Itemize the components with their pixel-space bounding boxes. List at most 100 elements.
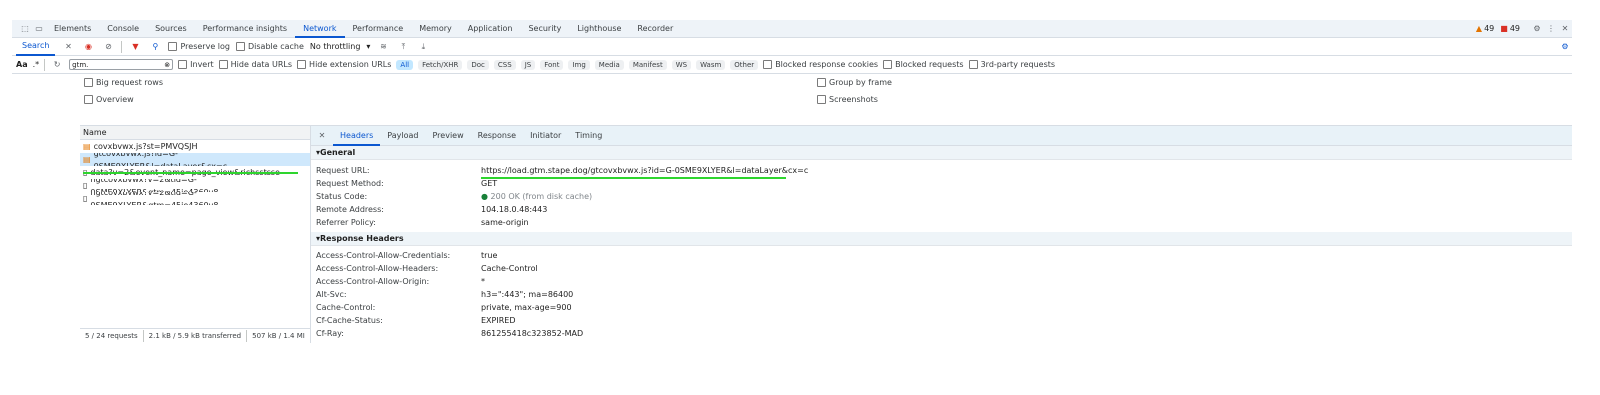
warning-icon[interactable]: ▲	[1476, 24, 1482, 33]
tab-security[interactable]: Security	[520, 20, 569, 38]
tab-performance[interactable]: Performance	[345, 20, 412, 38]
type-filter-all[interactable]: All	[396, 59, 414, 70]
type-filter-wasm[interactable]: Wasm	[696, 59, 726, 70]
chevron-down-icon[interactable]: ▾	[366, 42, 370, 51]
divider	[246, 330, 248, 342]
request-row[interactable]: ▯ ngtcovxbvwx?v=2&tid=G-0SME9XLYER&gtm=4…	[80, 179, 310, 192]
main-tab-bar: ⬚ ▭ Elements Console Sources Performance…	[12, 20, 1572, 38]
tab-timing[interactable]: Timing	[568, 126, 609, 146]
url-highlight-underline	[481, 177, 786, 179]
tab-response[interactable]: Response	[471, 126, 523, 146]
big-request-rows-checkbox[interactable]: Big request rows	[84, 78, 163, 87]
general-row-url: Request URL: https://load.gtm.stape.dog/g…	[316, 166, 809, 175]
type-filter-css[interactable]: CSS	[493, 59, 516, 70]
disable-cache-checkbox[interactable]: Disable cache	[235, 42, 304, 51]
settings-gear-icon[interactable]: ⚙	[1530, 22, 1544, 36]
request-row[interactable]: ▤ covxbvwx.js?st=PMVQSJH	[80, 140, 310, 153]
filter-input[interactable]: gtm. ⊗	[69, 59, 174, 70]
clear-icon[interactable]: ⊘	[101, 40, 115, 54]
network-toolbar: Search ✕ ◉ ⊘ ▼ ⚲ Preserve log Disable ca…	[12, 38, 1572, 56]
status-dot-icon: ●	[481, 192, 488, 201]
response-header-row: Access-Control-Allow-Origin: *	[316, 277, 485, 286]
filter-icon[interactable]: ▼	[128, 40, 142, 54]
close-devtools-icon[interactable]: ✕	[1558, 22, 1572, 36]
network-conditions-icon[interactable]: ≋	[376, 40, 390, 54]
options-row-2: Overview Screenshots	[12, 91, 1572, 108]
response-header-row: Access-Control-Allow-Headers: Cache-Contr…	[316, 264, 538, 273]
type-filter-js[interactable]: JS	[520, 59, 536, 70]
type-filter-manifest[interactable]: Manifest	[628, 59, 667, 70]
more-options-icon[interactable]: ⋮	[1544, 22, 1558, 36]
tab-network[interactable]: Network	[295, 20, 345, 38]
preserve-log-checkbox[interactable]: Preserve log	[168, 42, 230, 51]
type-filter-doc[interactable]: Doc	[467, 59, 489, 70]
type-filter-other[interactable]: Other	[730, 59, 759, 70]
name-column-header[interactable]: Name	[80, 126, 310, 140]
devtools-window: ⬚ ▭ Elements Console Sources Performance…	[12, 20, 1572, 343]
tab-lighthouse[interactable]: Lighthouse	[569, 20, 629, 38]
highlight-underline	[83, 172, 298, 174]
tab-recorder[interactable]: Recorder	[629, 20, 681, 38]
general-row-referrer: Referrer Policy: same-origin	[316, 218, 529, 227]
tab-payload[interactable]: Payload	[380, 126, 425, 146]
close-details-icon[interactable]: ✕	[315, 129, 329, 143]
type-filter-ws[interactable]: WS	[671, 59, 692, 70]
type-filter-img[interactable]: Img	[568, 59, 590, 70]
hide-data-urls-checkbox[interactable]: Hide data URLs	[218, 60, 292, 69]
response-header-row: Cache-Control: private, max-age=900	[316, 303, 572, 312]
tab-elements[interactable]: Elements	[46, 20, 99, 38]
network-main-panel: Name ▤ covxbvwx.js?st=PMVQSJH ▤ gtcovxbv…	[80, 125, 1572, 343]
search-icon[interactable]: ⚲	[148, 40, 162, 54]
screenshots-checkbox[interactable]: Screenshots	[817, 95, 878, 104]
request-row-selected[interactable]: ▤ gtcovxbvwx.js?id=G-0SME9XLYER&l=dataLa…	[80, 153, 310, 166]
request-list: Name ▤ covxbvwx.js?st=PMVQSJH ▤ gtcovxbv…	[80, 126, 311, 343]
script-file-icon: ▤	[83, 142, 91, 151]
regex-toggle[interactable]: .*	[33, 60, 40, 69]
group-by-frame-checkbox[interactable]: Group by frame	[817, 78, 892, 87]
general-section-header[interactable]: ▾General	[311, 146, 1572, 160]
device-toolbar-icon[interactable]: ▭	[32, 22, 46, 36]
response-header-row: Alt-Svc: h3=":443"; ma=86400	[316, 290, 574, 299]
error-icon[interactable]: ■	[1500, 24, 1508, 33]
throttling-select[interactable]: No throttling	[310, 42, 361, 51]
request-row[interactable]: ▯ ngtcovxbvwx?v=2&tid=G-0SME9XLYER&gtm=4…	[80, 192, 310, 205]
tab-application[interactable]: Application	[460, 20, 521, 38]
tab-initiator[interactable]: Initiator	[523, 126, 568, 146]
response-headers-section-header[interactable]: ▾Response Headers	[311, 232, 1572, 246]
third-party-checkbox[interactable]: 3rd-party requests	[968, 60, 1055, 69]
type-filter-media[interactable]: Media	[594, 59, 624, 70]
response-header-row: Cf-Ray: 861255418c323852-MAD	[316, 329, 584, 338]
divider	[121, 40, 123, 53]
hide-extension-urls-checkbox[interactable]: Hide extension URLs	[297, 60, 391, 69]
refresh-icon[interactable]: ↻	[50, 58, 64, 72]
blocked-cookies-checkbox[interactable]: Blocked response cookies	[763, 60, 878, 69]
network-settings-gear-icon[interactable]: ⚙	[1558, 40, 1572, 54]
tab-preview[interactable]: Preview	[426, 126, 471, 146]
divider	[142, 330, 144, 342]
stop-recording-icon[interactable]: ◉	[81, 40, 95, 54]
tab-memory[interactable]: Memory	[411, 20, 460, 38]
clear-filter-icon[interactable]: ⊗	[164, 61, 170, 69]
document-icon: ▯	[83, 181, 88, 190]
overview-checkbox[interactable]: Overview	[84, 95, 134, 104]
document-icon: ▯	[83, 194, 88, 203]
invert-checkbox[interactable]: Invert	[178, 60, 214, 69]
close-search-icon[interactable]: ✕	[61, 40, 75, 54]
tab-headers[interactable]: Headers	[333, 126, 381, 146]
export-har-icon[interactable]: ⤓	[416, 40, 430, 54]
response-header-row: Access-Control-Allow-Credentials: true	[316, 251, 498, 260]
match-case-toggle[interactable]: Aa	[16, 60, 28, 69]
resources-size: 507 kB / 1.4 MI	[252, 332, 305, 340]
blocked-requests-checkbox[interactable]: Blocked requests	[883, 60, 964, 69]
tab-sources[interactable]: Sources	[147, 20, 195, 38]
transferred-size: 2.1 kB / 5.9 kB transferred	[148, 332, 242, 340]
search-tab[interactable]: Search	[16, 38, 56, 56]
response-header-row: Cf-Cache-Status: EXPIRED	[316, 316, 516, 325]
type-filter-font[interactable]: Font	[540, 59, 564, 70]
tab-console[interactable]: Console	[99, 20, 147, 38]
type-filter-fetch-xhr[interactable]: Fetch/XHR	[418, 59, 463, 70]
inspect-element-icon[interactable]: ⬚	[18, 22, 32, 36]
filter-bar: Aa .* ↻ gtm. ⊗ Invert Hide data URLs Hid…	[12, 56, 1572, 74]
tab-performance-insights[interactable]: Performance insights	[195, 20, 295, 38]
import-har-icon[interactable]: ⤒	[396, 40, 410, 54]
